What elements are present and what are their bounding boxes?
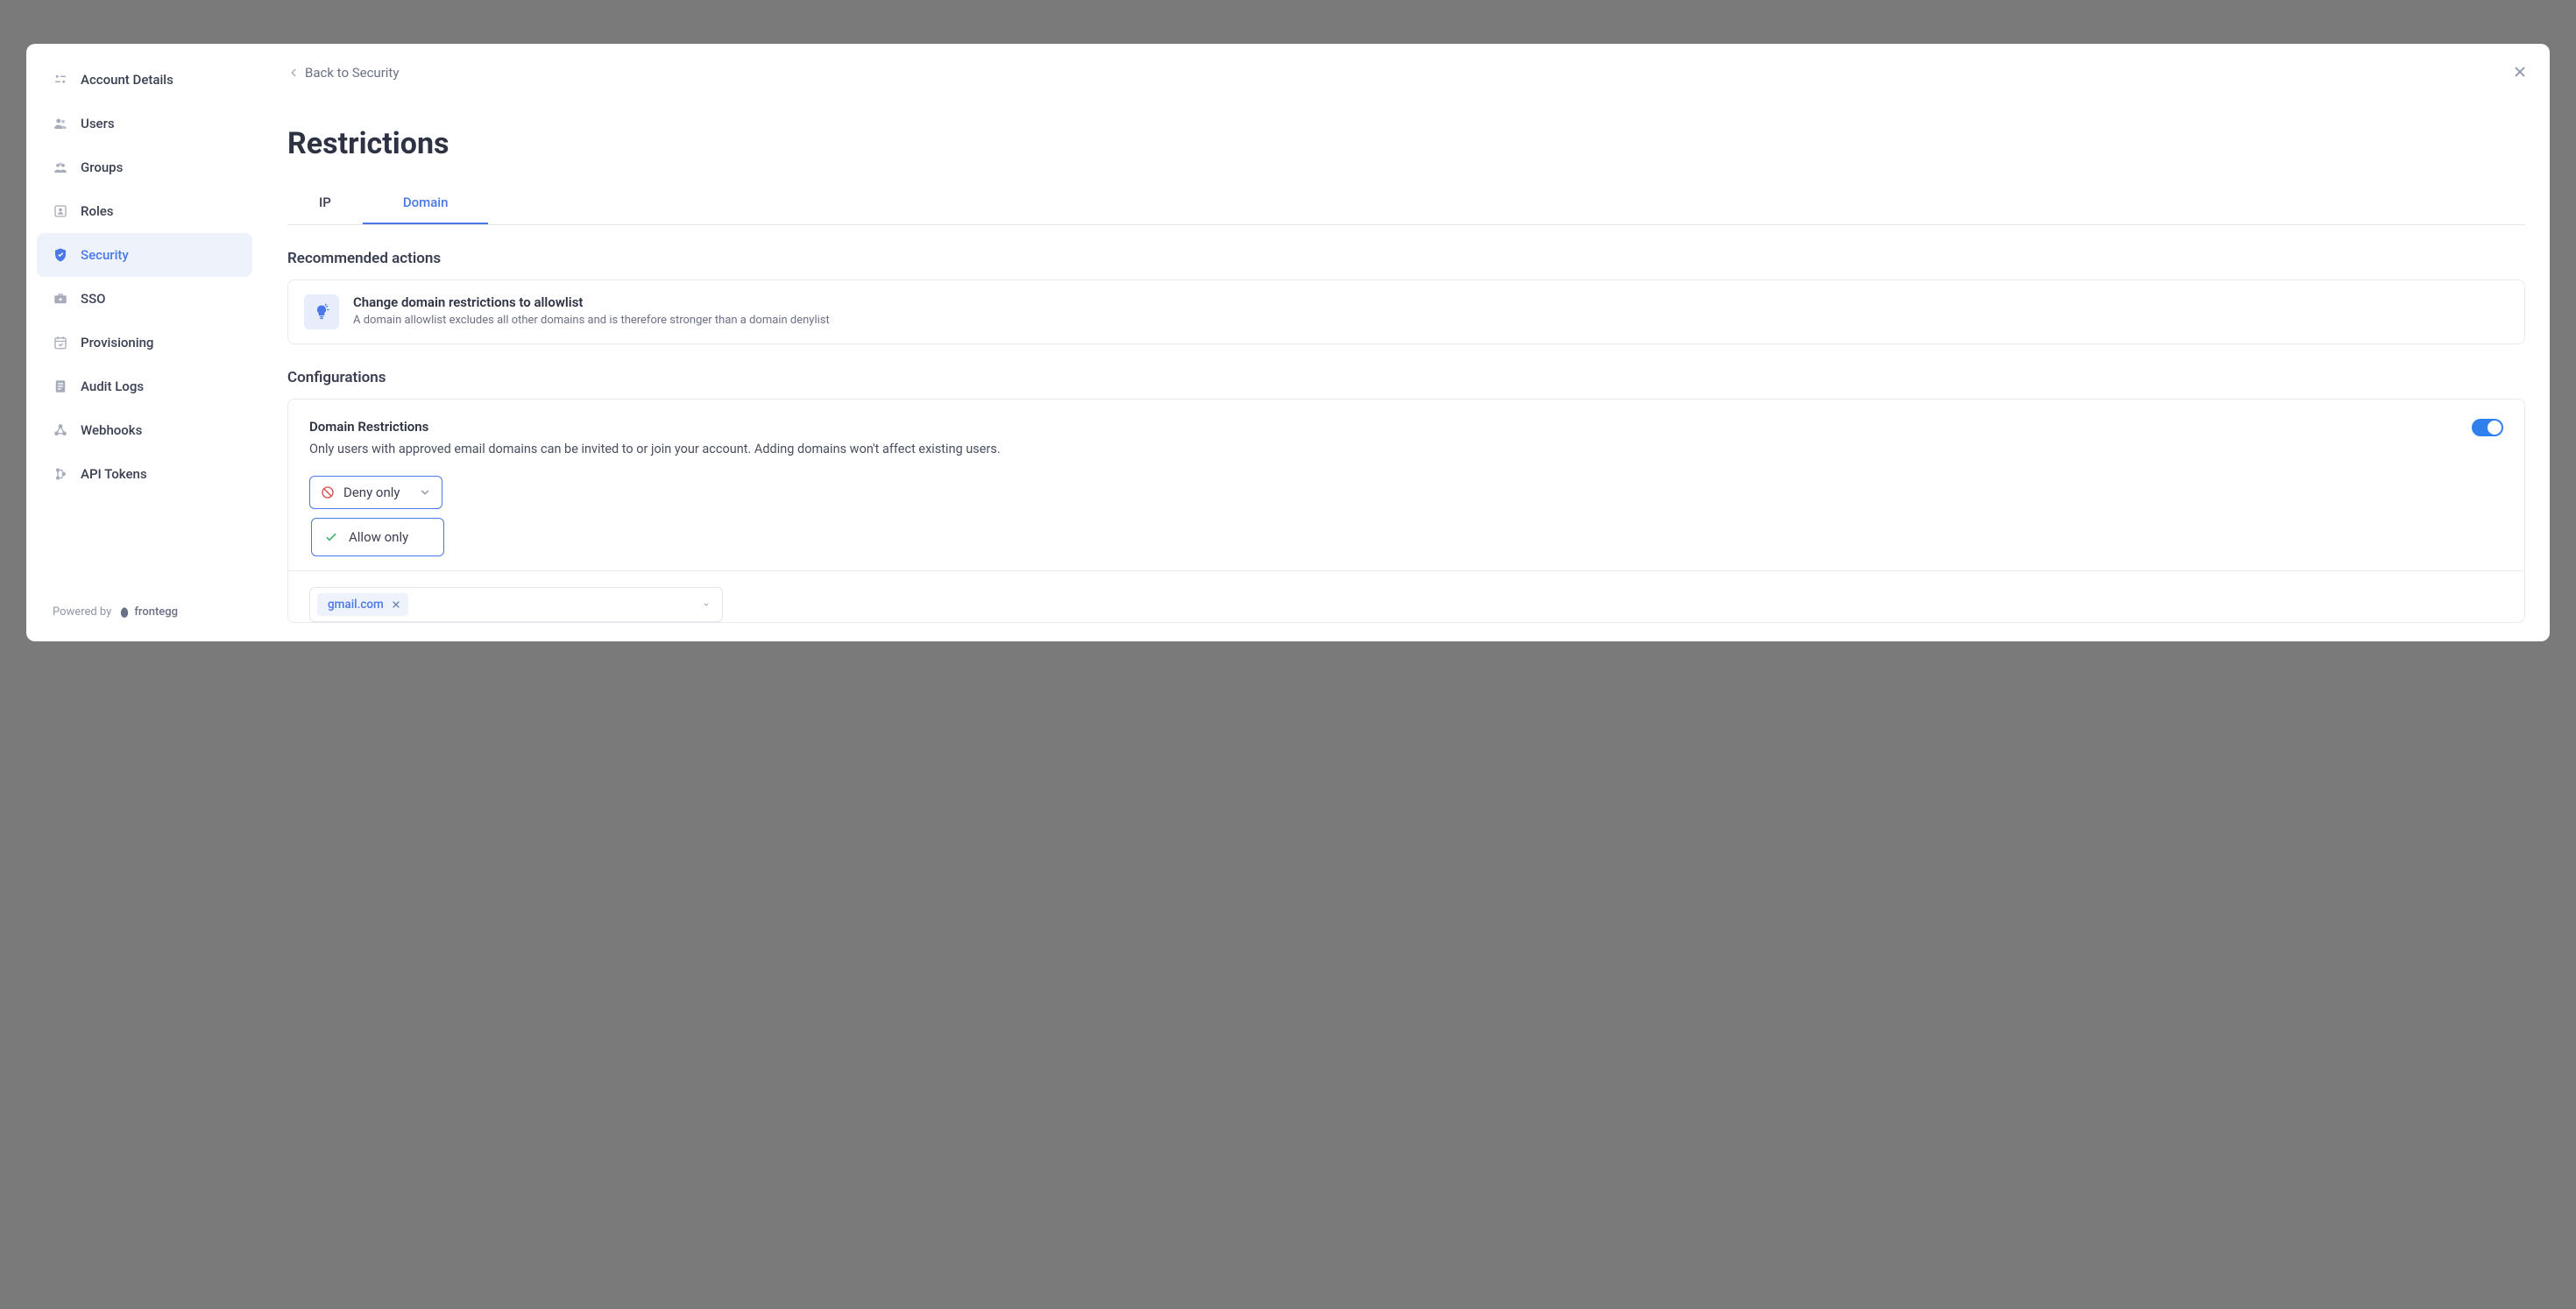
sidebar-item-provisioning[interactable]: Provisioning	[37, 321, 252, 364]
brand-logo: frontegg	[118, 605, 178, 619]
account-icon	[53, 72, 68, 88]
webhooks-icon	[53, 422, 68, 438]
frontegg-icon	[118, 606, 131, 619]
recommended-action-card[interactable]: Change domain restrictions to allowlist …	[287, 279, 2525, 344]
sidebar-item-label: Security	[81, 247, 129, 263]
chevron-down-icon	[703, 598, 715, 611]
sidebar-item-label: Users	[81, 116, 115, 131]
restriction-mode-dropdown: Allow only	[311, 518, 444, 556]
domain-restrictions-toggle[interactable]	[2472, 419, 2503, 436]
recommended-text: Change domain restrictions to allowlist …	[353, 294, 830, 327]
page-title: Restrictions	[287, 126, 2525, 161]
chevron-down-icon	[419, 486, 431, 499]
tabs: IP Domain	[287, 186, 2525, 225]
chevron-left-icon	[287, 67, 300, 79]
provisioning-icon	[53, 335, 68, 350]
brand-name: frontegg	[134, 605, 178, 619]
back-link-label: Back to Security	[305, 65, 399, 81]
sidebar-item-label: Webhooks	[81, 422, 142, 438]
settings-modal: Account Details Users Groups Roles	[26, 44, 2550, 641]
divider	[288, 570, 2524, 571]
close-icon	[2512, 64, 2528, 80]
recommended-heading: Recommended actions	[287, 250, 2525, 267]
domain-chip: gmail.com	[317, 593, 408, 616]
sidebar-item-label: API Tokens	[81, 466, 147, 482]
domain-multiselect[interactable]: gmail.com	[309, 587, 723, 622]
config-text: Domain Restrictions Only users with appr…	[309, 419, 1001, 456]
sidebar-item-roles[interactable]: Roles	[37, 189, 252, 233]
chip-remove-button[interactable]	[391, 599, 401, 610]
sidebar-item-label: Roles	[81, 203, 114, 219]
sidebar-item-sso[interactable]: SSO	[37, 277, 252, 321]
roles-icon	[53, 203, 68, 219]
recommended-title: Change domain restrictions to allowlist	[353, 294, 830, 310]
sidebar-item-label: Account Details	[81, 72, 173, 88]
sidebar-list: Account Details Users Groups Roles	[37, 56, 252, 598]
sidebar-item-label: Groups	[81, 159, 123, 175]
lightbulb-icon	[304, 294, 339, 329]
check-icon	[324, 530, 338, 544]
configurations-heading: Configurations	[287, 369, 2525, 386]
sidebar: Account Details Users Groups Roles	[26, 44, 263, 641]
groups-icon	[53, 159, 68, 175]
restriction-mode-select[interactable]: Deny only	[309, 476, 442, 509]
sso-icon	[53, 291, 68, 307]
tab-domain[interactable]: Domain	[363, 186, 489, 224]
deny-icon	[321, 485, 335, 499]
sidebar-item-users[interactable]: Users	[37, 102, 252, 145]
users-icon	[53, 116, 68, 131]
sidebar-item-label: Audit Logs	[81, 379, 144, 394]
dropdown-option-allow-only[interactable]: Allow only	[312, 519, 443, 555]
sidebar-item-webhooks[interactable]: Webhooks	[37, 408, 252, 452]
audit-logs-icon	[53, 379, 68, 394]
sidebar-item-account-details[interactable]: Account Details	[37, 58, 252, 102]
config-label: Domain Restrictions	[309, 419, 1001, 435]
back-to-security-link[interactable]: Back to Security	[287, 65, 399, 81]
close-button[interactable]	[2509, 61, 2530, 82]
shield-icon	[53, 247, 68, 263]
select-value: Deny only	[343, 485, 400, 500]
sidebar-item-api-tokens[interactable]: API Tokens	[37, 452, 252, 496]
sidebar-item-label: SSO	[81, 291, 106, 307]
tab-ip[interactable]: IP	[287, 186, 363, 224]
chip-label: gmail.com	[328, 598, 384, 612]
powered-by-label: Powered by	[53, 605, 111, 619]
main-content: Back to Security Restrictions IP Domain …	[263, 44, 2550, 641]
config-card: Domain Restrictions Only users with appr…	[287, 399, 2525, 623]
recommended-desc: A domain allowlist excludes all other do…	[353, 314, 830, 327]
sidebar-item-security[interactable]: Security	[37, 233, 252, 277]
sidebar-item-audit-logs[interactable]: Audit Logs	[37, 364, 252, 408]
config-desc: Only users with approved email domains c…	[309, 442, 1001, 456]
powered-by: Powered by frontegg	[37, 598, 252, 633]
sidebar-item-groups[interactable]: Groups	[37, 145, 252, 189]
api-tokens-icon	[53, 466, 68, 482]
dropdown-option-label: Allow only	[349, 529, 408, 545]
sidebar-item-label: Provisioning	[81, 335, 153, 350]
